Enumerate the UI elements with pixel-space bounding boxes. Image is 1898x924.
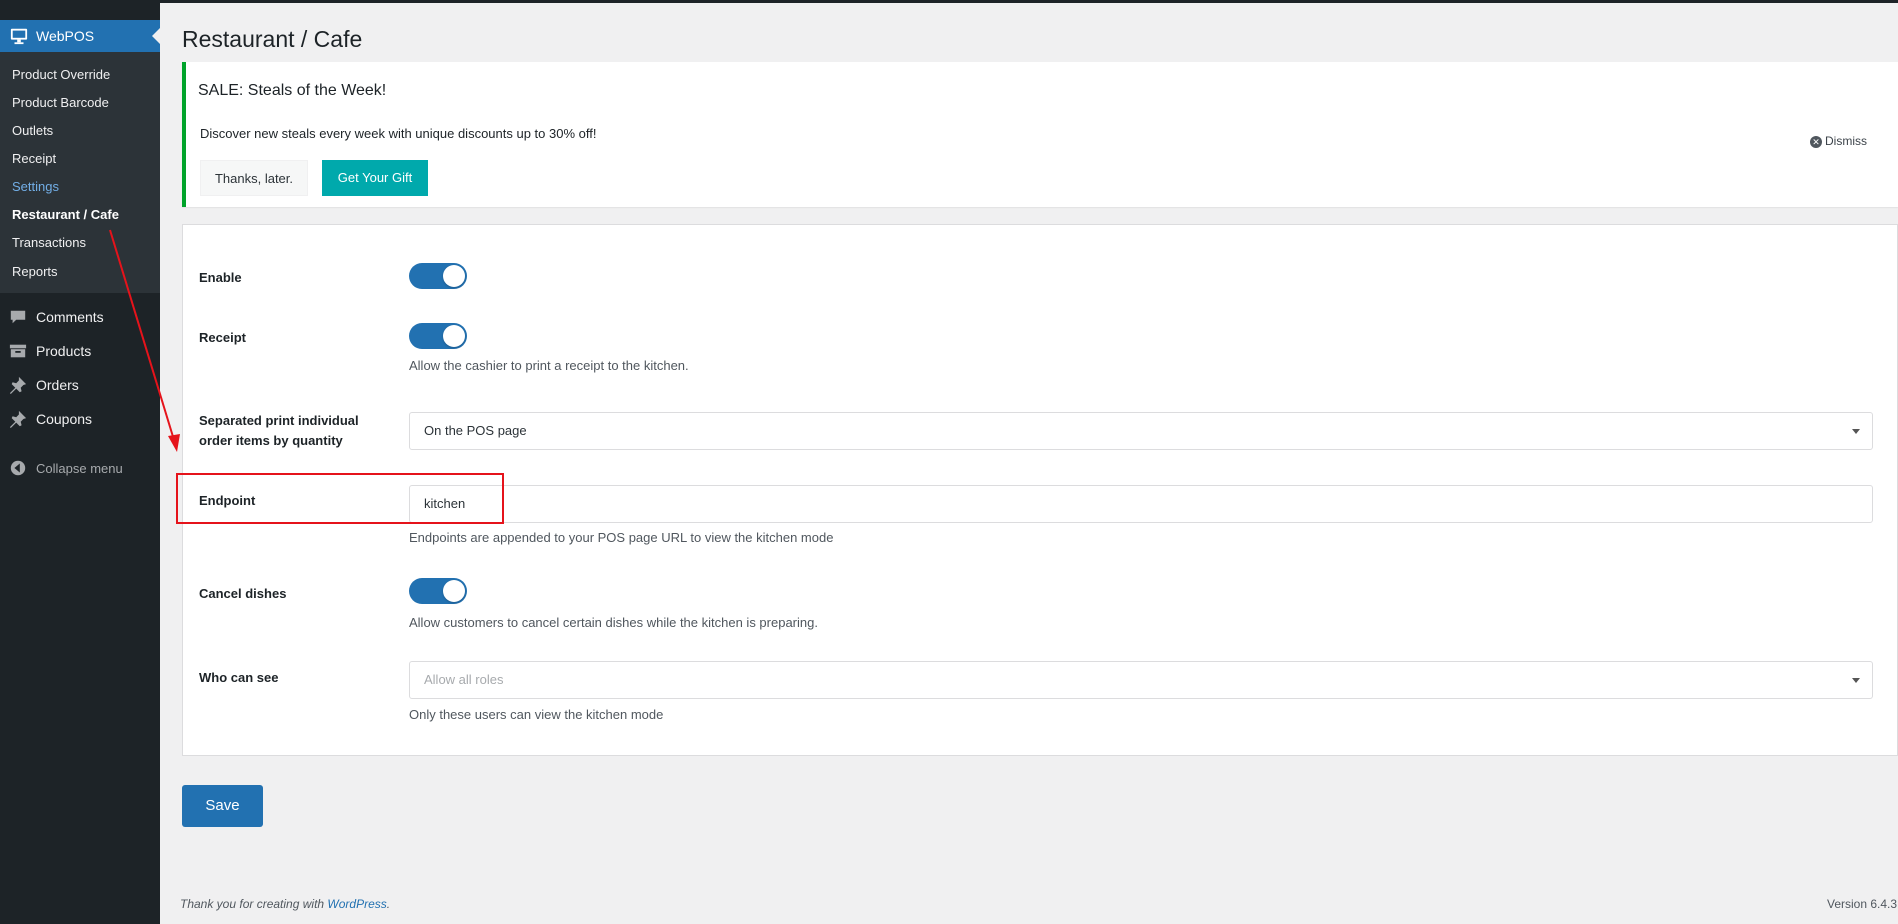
cancel-dishes-toggle[interactable]	[409, 578, 467, 604]
sidebar-item-comments[interactable]: Comments	[36, 309, 104, 325]
collapse-menu-button[interactable]: Collapse menu	[36, 461, 123, 476]
sidebar-item-transactions[interactable]: Transactions	[12, 235, 86, 250]
sidebar-item-restaurant-cafe[interactable]: Restaurant / Cafe	[12, 207, 119, 222]
separated-print-select[interactable]: On the POS page	[409, 412, 1873, 450]
save-button[interactable]: Save	[182, 785, 263, 827]
endpoint-highlight-box	[176, 473, 504, 524]
sidebar-item-coupons[interactable]: Coupons	[36, 411, 92, 427]
pin-icon	[9, 410, 27, 428]
separated-label-line1: Separated print individual	[199, 413, 359, 428]
who-can-see-label: Who can see	[199, 670, 279, 685]
footer-thanks: Thank you for creating with WordPress.	[180, 897, 390, 911]
admin-bar	[0, 0, 1898, 3]
get-your-gift-button[interactable]: Get Your Gift	[322, 160, 428, 196]
sidebar-item-outlets[interactable]: Outlets	[12, 123, 53, 138]
footer-thanks-prefix: Thank you for creating with	[180, 897, 328, 911]
admin-sidebar: WebPOS Product Override Product Barcode …	[0, 3, 160, 924]
products-icon	[9, 344, 27, 358]
receipt-toggle[interactable]	[409, 323, 467, 349]
page-title: Restaurant / Cafe	[182, 26, 363, 52]
webpos-submenu: Product Override Product Barcode Outlets…	[0, 52, 160, 293]
toggle-knob	[443, 265, 465, 287]
chevron-down-icon	[1852, 429, 1860, 434]
comments-icon	[10, 310, 26, 324]
pin-icon	[9, 376, 27, 394]
who-can-see-select[interactable]: Allow all roles	[409, 661, 1873, 699]
footer-thanks-suffix: .	[386, 897, 391, 911]
current-menu-notch	[152, 28, 160, 44]
sidebar-item-product-override[interactable]: Product Override	[12, 67, 110, 82]
who-can-see-description: Only these users can view the kitchen mo…	[409, 707, 664, 722]
endpoint-input[interactable]: kitchen	[409, 485, 1873, 523]
receipt-description: Allow the cashier to print a receipt to …	[409, 358, 689, 373]
notice-title: SALE: Steals of the Week!	[198, 82, 387, 99]
receipt-label: Receipt	[199, 330, 246, 345]
toggle-knob	[443, 325, 465, 347]
sidebar-item-label: WebPOS	[36, 28, 95, 44]
cancel-dishes-description: Allow customers to cancel certain dishes…	[409, 615, 818, 630]
enable-label: Enable	[199, 270, 242, 285]
sidebar-item-receipt[interactable]: Receipt	[12, 151, 56, 166]
sale-notice: SALE: Steals of the Week! Discover new s…	[182, 62, 1898, 207]
cancel-dishes-label: Cancel dishes	[199, 586, 287, 601]
notice-text: Discover new steals every week with uniq…	[200, 126, 597, 141]
separated-label-line2: order items by quantity	[199, 433, 343, 448]
sidebar-item-product-barcode[interactable]: Product Barcode	[12, 95, 109, 110]
dismiss-button[interactable]: ✕ Dismiss	[1810, 134, 1867, 148]
endpoint-description: Endpoints are appended to your POS page …	[409, 530, 834, 545]
sidebar-item-reports[interactable]: Reports	[12, 264, 58, 279]
footer-version: Version 6.4.3	[1827, 897, 1898, 911]
wordpress-link[interactable]: WordPress	[327, 897, 386, 911]
sidebar-item-webpos[interactable]: WebPOS	[0, 20, 160, 52]
dismiss-label: Dismiss	[1825, 134, 1867, 148]
sidebar-item-orders[interactable]: Orders	[36, 377, 79, 393]
sidebar-item-products[interactable]: Products	[36, 343, 91, 359]
enable-toggle[interactable]	[409, 263, 467, 289]
select-placeholder: Allow all roles	[424, 672, 504, 687]
sidebar-item-settings[interactable]: Settings	[12, 179, 59, 194]
select-value: On the POS page	[424, 423, 527, 438]
toggle-knob	[443, 580, 465, 602]
monitor-icon	[10, 28, 28, 45]
chevron-down-icon	[1852, 678, 1860, 683]
collapse-icon	[10, 460, 26, 476]
thanks-later-button[interactable]: Thanks, later.	[200, 160, 308, 196]
close-icon: ✕	[1810, 135, 1822, 148]
